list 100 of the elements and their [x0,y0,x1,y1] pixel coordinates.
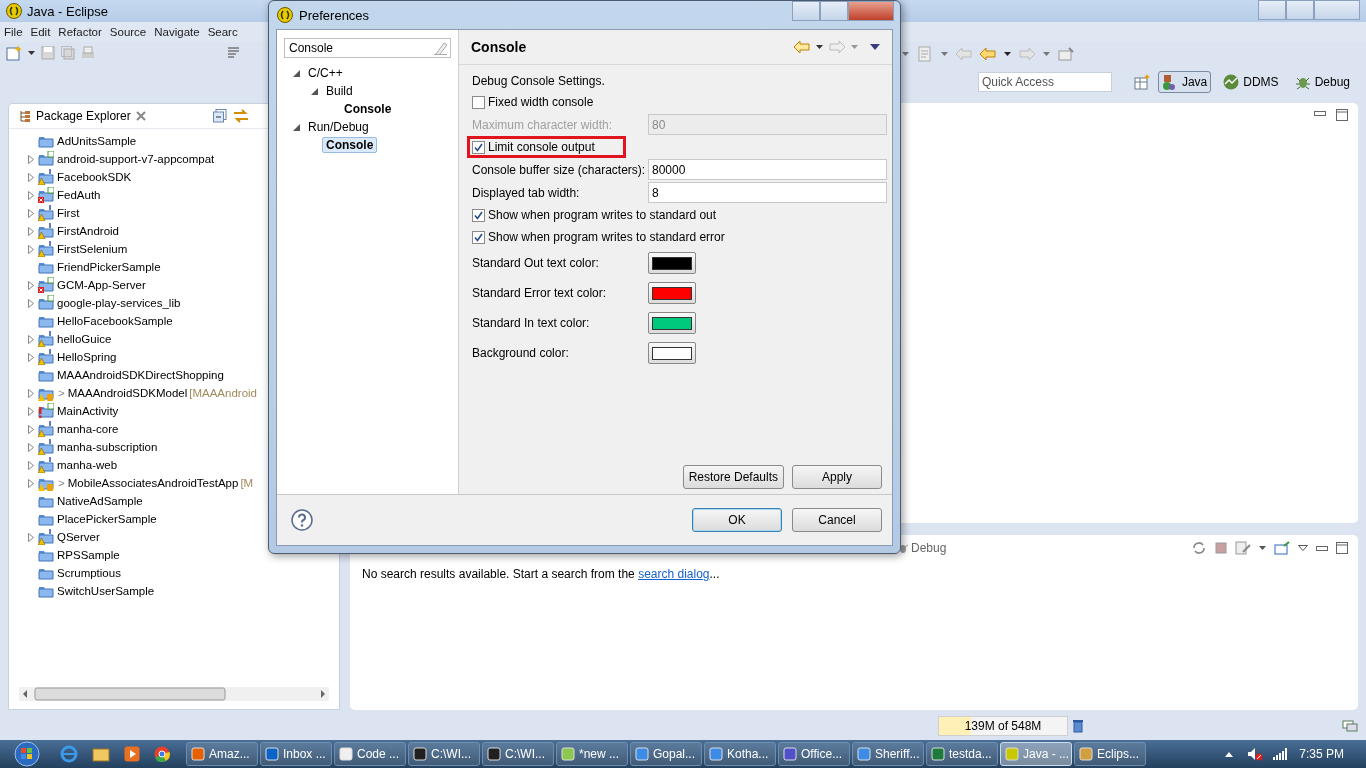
back-arrow-icon[interactable] [794,41,810,53]
project-name[interactable]: google-play-services_lib [57,297,181,309]
expanded-arrow-icon[interactable] [292,123,300,131]
menu-item[interactable]: File [0,26,27,38]
menu-item[interactable]: Edit [26,26,55,38]
taskbar-button[interactable]: *new ... [556,742,628,766]
minimize-button[interactable] [1258,0,1286,20]
project-name[interactable]: PlacePickerSample [57,513,157,525]
expanded-arrow-icon[interactable] [292,69,300,77]
tree-item[interactable]: Run/Debug [304,119,373,135]
project-name[interactable]: MAAAndroidSDKDirectShopping [57,369,224,381]
taskbar-button[interactable]: C:\WI... [482,742,554,766]
expand-arrow-icon[interactable] [27,244,34,254]
tree-item[interactable]: Build [322,83,357,99]
menu-item[interactable]: Refactor [54,26,106,38]
checkbox[interactable] [472,95,485,109]
expand-arrow-icon[interactable] [27,478,34,488]
minimize-icon[interactable] [1316,544,1328,552]
expand-arrow-icon[interactable] [27,442,34,452]
expand-arrow-icon[interactable] [27,352,34,362]
project-name[interactable]: HelloSpring [57,351,117,363]
dropdown-caret-icon[interactable] [816,45,823,49]
quick-access-field[interactable]: Quick Access [977,72,1112,92]
project-name[interactable]: MAAAndroidSDKModel [67,387,188,399]
project-name[interactable]: FedAuth [57,189,101,201]
project-name[interactable]: FirstAndroid [57,225,119,237]
close-button[interactable] [1314,0,1360,20]
show-hidden-icons[interactable] [1225,751,1234,757]
dropdown-caret-icon[interactable] [1259,546,1266,550]
project-name[interactable]: FacebookSDK [57,171,132,183]
project-name[interactable]: AdUnitsSample [57,135,137,147]
signal-icon[interactable] [1273,748,1288,760]
expand-arrow-icon[interactable] [27,424,34,434]
checkbox[interactable] [472,208,485,222]
taskbar-button[interactable]: Kotha... [704,742,776,766]
maximize-icon[interactable] [1336,109,1348,121]
project-name[interactable]: RPSSample [57,549,120,561]
chrome-icon[interactable] [154,746,170,762]
taskbar-button[interactable]: Code ... [334,742,406,766]
minimize-icon[interactable] [1314,109,1326,117]
maximize-button[interactable] [820,1,848,21]
checkbox[interactable] [472,230,485,244]
dialog-button[interactable]: Cancel [792,508,882,532]
project-name[interactable]: First [57,207,80,219]
expand-arrow-icon[interactable] [27,298,34,308]
expand-arrow-icon[interactable] [27,226,34,236]
maximize-icon[interactable] [1336,542,1348,554]
tree-item[interactable]: Console [340,101,396,117]
page-button[interactable]: Apply [792,465,882,489]
menu-item[interactable]: Navigate [150,26,204,38]
taskbar-button[interactable]: Sheriff... [852,742,924,766]
dialog-button[interactable]: OK [692,508,782,532]
input-field[interactable]: 80000 [648,159,887,180]
expand-arrow-icon[interactable] [27,208,34,218]
taskbar-button[interactable]: C:\WI... [408,742,480,766]
project-name[interactable]: NativeAdSample [57,495,143,507]
view-icon[interactable] [1342,720,1358,732]
project-name[interactable]: manha-subscription [57,441,158,453]
browser-icon[interactable] [60,745,78,763]
expand-arrow-icon[interactable] [27,406,34,416]
project-name[interactable]: manha-core [57,423,119,435]
media-player-icon[interactable] [124,746,140,762]
checkbox-label[interactable]: Limit console output [488,140,595,154]
expand-arrow-icon[interactable] [27,190,34,200]
refresh-icon[interactable] [1191,540,1207,556]
restore-button[interactable] [1286,0,1314,20]
open-perspective-icon[interactable] [1133,74,1150,90]
checkbox-label[interactable]: Fixed width console [488,95,594,109]
back-arrow-icon[interactable] [980,48,996,60]
taskbar-button[interactable]: Eclips... [1074,742,1146,766]
project-name[interactable]: MobileAssociatesAndroidTestApp [67,477,239,489]
project-name[interactable]: QServer [57,531,100,543]
pin-view-icon[interactable] [1274,541,1290,555]
project-name[interactable]: manha-web [57,459,118,471]
folder-icon[interactable] [92,746,110,762]
project-name[interactable]: HelloFacebookSample [57,315,173,327]
view-menu-icon[interactable] [1298,545,1308,551]
taskbar-button[interactable]: Gopal... [630,742,702,766]
filter-field[interactable]: Console [284,38,451,58]
expand-arrow-icon[interactable] [27,388,34,398]
tree-item[interactable]: C/C++ [304,65,347,81]
expand-arrow-icon[interactable] [27,280,34,290]
input-field[interactable]: 8 [648,182,887,203]
expand-arrow-icon[interactable] [27,532,34,542]
project-name[interactable]: android-support-v7-appcompat [57,153,215,165]
trash-icon[interactable] [1072,719,1084,733]
project-name[interactable]: helloGuice [57,333,112,345]
expand-arrow-icon[interactable] [27,334,34,344]
tree-item[interactable]: Console [322,137,378,153]
perspective-button[interactable]: Java [1157,71,1212,93]
project-name[interactable]: FriendPickerSample [57,261,161,273]
project-name[interactable]: MainActivity [57,405,119,417]
project-name[interactable]: Scrumptious [57,567,121,579]
close-button[interactable] [848,1,894,21]
menu-item[interactable]: Source [105,26,151,38]
expand-arrow-icon[interactable] [27,460,34,470]
expand-arrow-icon[interactable] [27,172,34,182]
new-icon[interactable] [6,45,22,61]
project-name[interactable]: GCM-App-Server [57,279,146,291]
taskbar-button[interactable]: testda... [926,742,998,766]
